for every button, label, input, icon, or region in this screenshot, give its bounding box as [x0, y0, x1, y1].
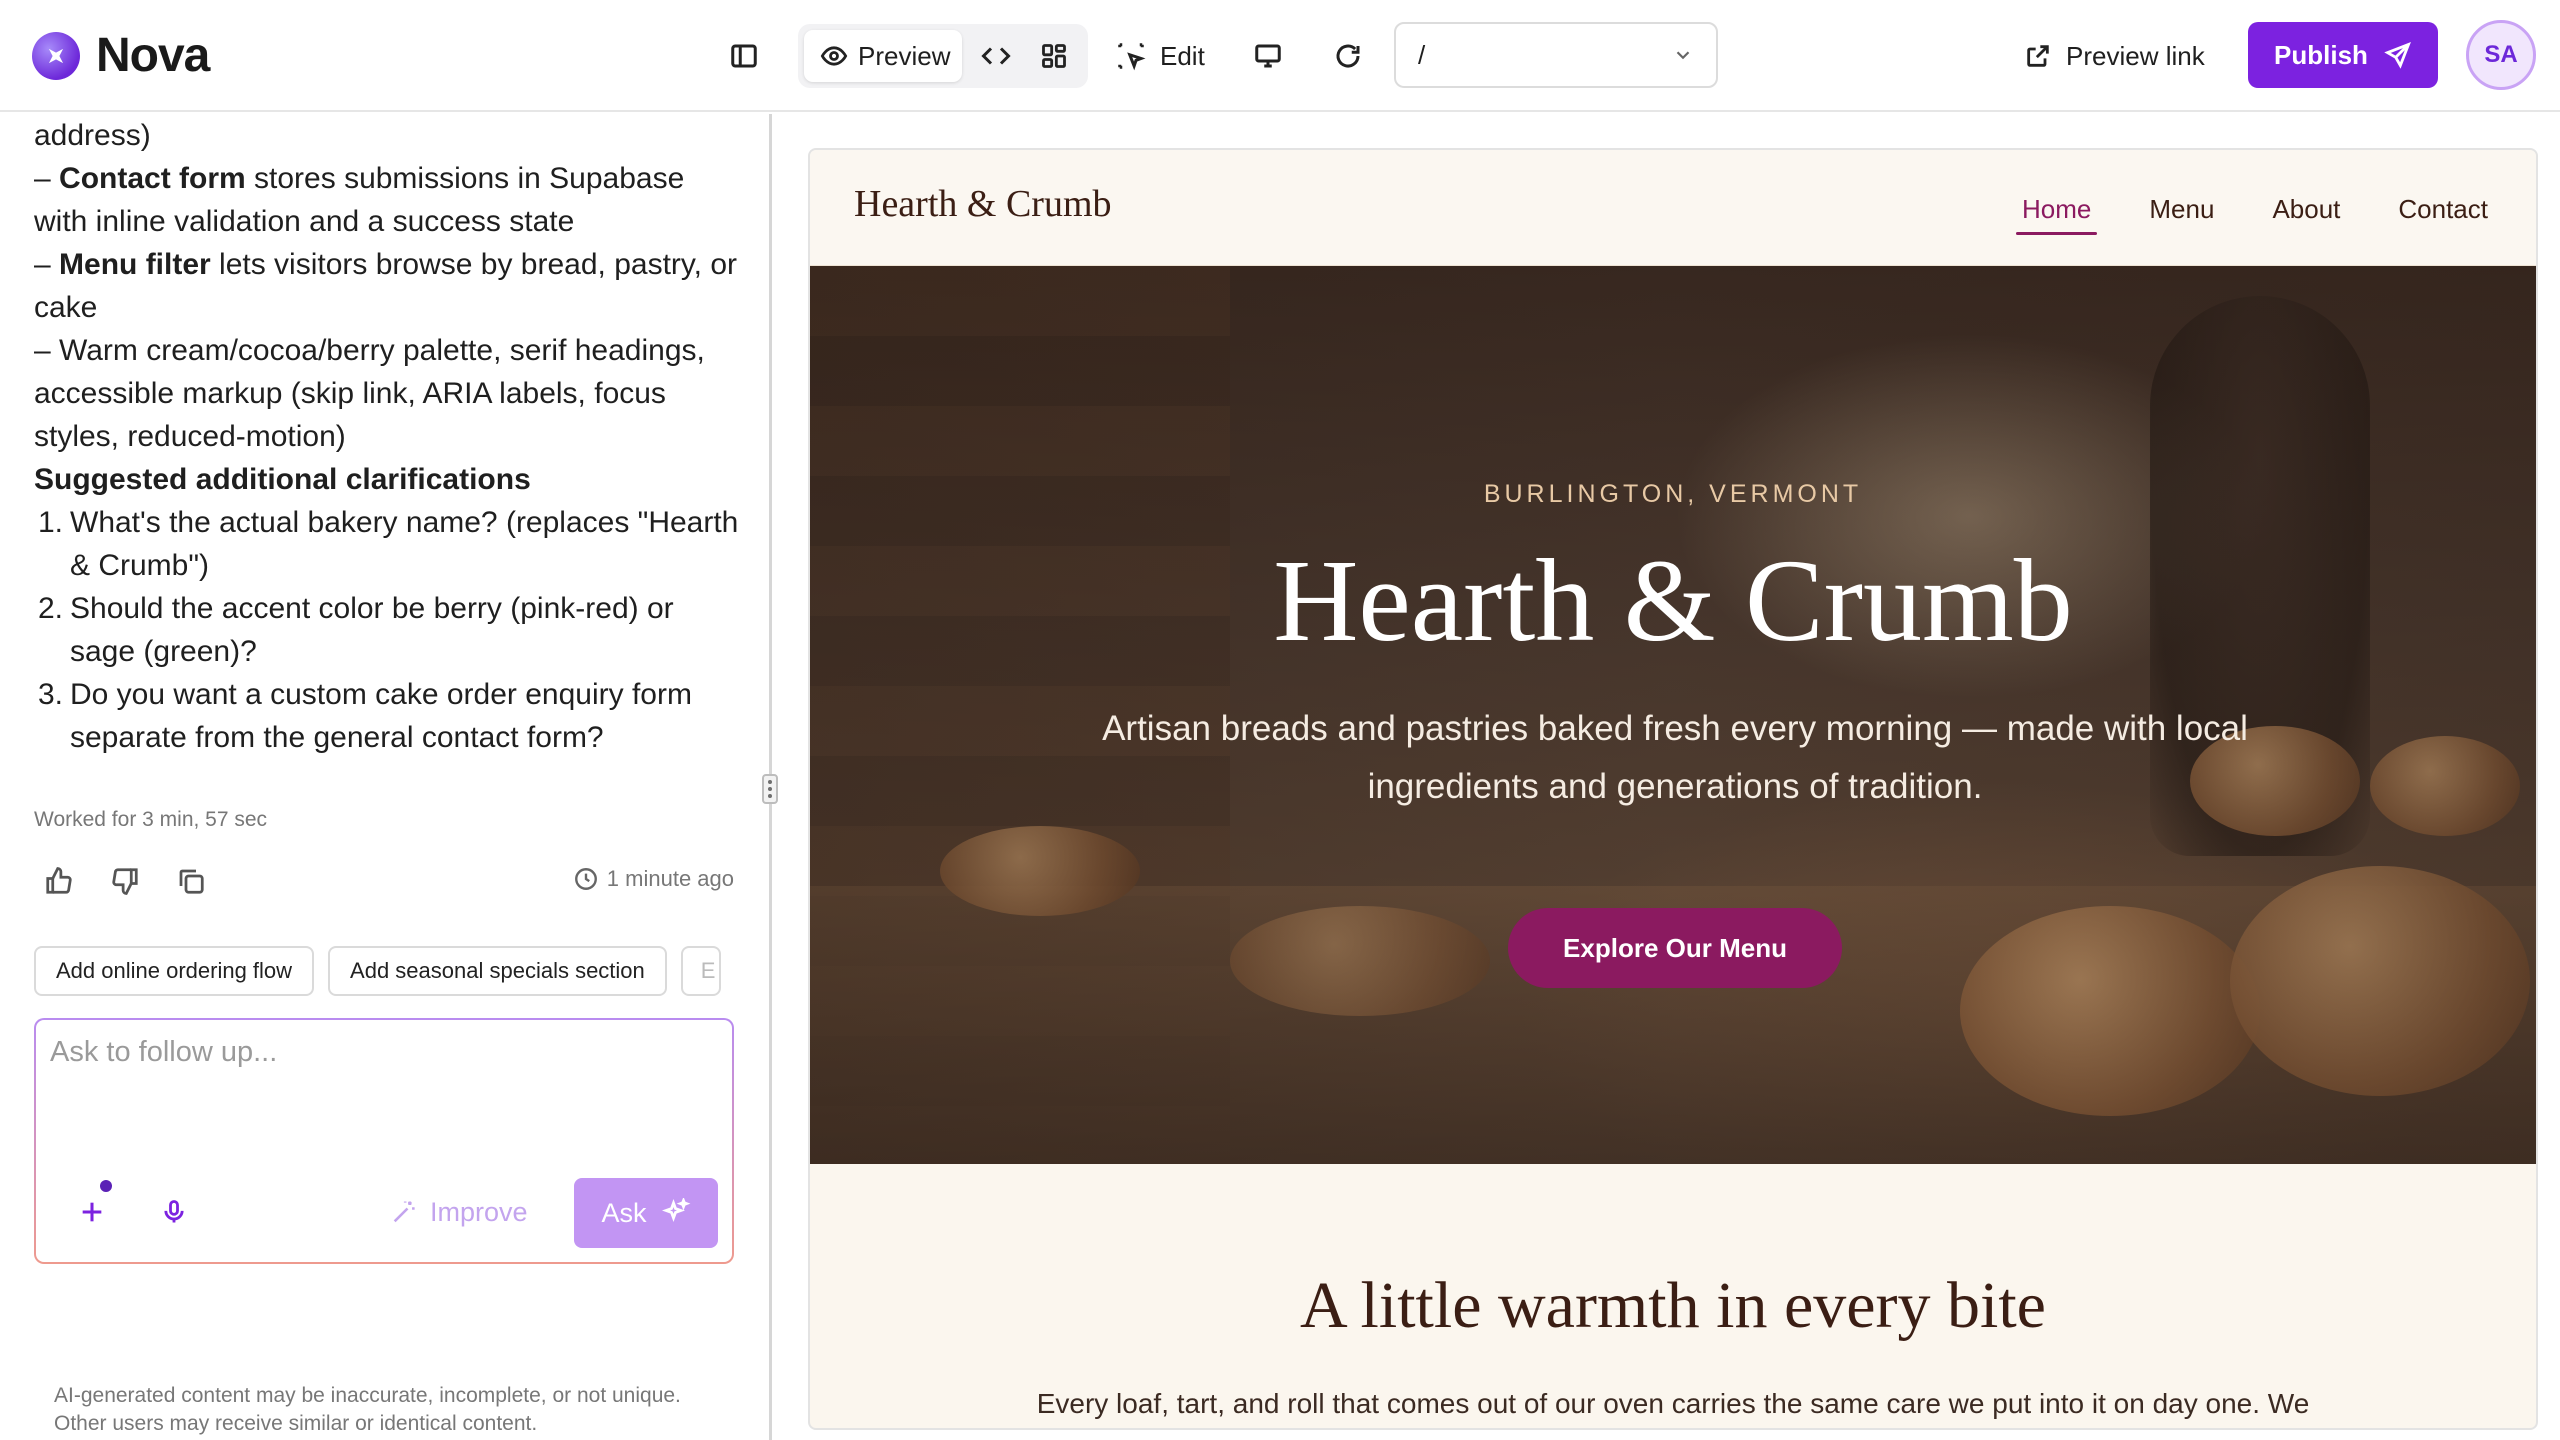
list-item: 1. What's the actual bakery name? (replac… [38, 506, 739, 582]
list-item: 2. Should the accent color be berry (pink… [38, 592, 674, 668]
select-cursor-icon [1118, 43, 1146, 71]
hero-title: Hearth & Crumb [1273, 535, 2073, 666]
list-item: 3. Do you want a custom cake order enquir… [38, 678, 692, 754]
refresh-icon [1336, 44, 1360, 68]
code-icon [981, 47, 1011, 65]
thumbs-up-button[interactable] [44, 866, 74, 901]
view-mode-switch: Preview [798, 24, 1088, 88]
preview-mode-label: Preview [858, 40, 951, 71]
site-nav-home[interactable]: Home [2016, 194, 2098, 235]
app-logo[interactable]: Nova [32, 28, 210, 83]
message-timestamp: 1 minute ago [573, 866, 734, 892]
route-select[interactable]: / [1394, 22, 1718, 88]
top-toolbar: Nova Preview Edit / Preview link Publish [0, 0, 2560, 112]
message-line: address) [34, 119, 151, 152]
clarifications-heading: Suggested additional clarifications [34, 463, 531, 496]
copy-button[interactable] [176, 866, 206, 901]
refresh-button[interactable] [1328, 36, 1368, 76]
edit-button[interactable]: Edit [1116, 28, 1205, 84]
publish-label: Publish [2274, 39, 2368, 70]
site-preview-frame: Hearth & Crumb Home Menu About Contact B… [808, 148, 2538, 1430]
avatar-initials: SA [2484, 41, 2518, 68]
grid-icon [1042, 44, 1066, 68]
toggle-sidebar-button[interactable] [724, 36, 764, 76]
edit-label: Edit [1160, 40, 1205, 71]
improve-label: Improve [430, 1196, 528, 1227]
external-link-icon [2027, 45, 2049, 67]
chat-panel: address) – Contact form stores submissio… [0, 114, 768, 1440]
suggestion-chip[interactable]: Add seasonal specials section [328, 946, 667, 996]
preview-link-label: Preview link [2066, 40, 2205, 71]
assistant-message: address) – Contact form stores submissio… [34, 114, 744, 759]
clarifications-list: 1. What's the actual bakery name? (replac… [34, 501, 744, 759]
preview-mode-button[interactable]: Preview [804, 30, 962, 82]
site-nav-menu[interactable]: Menu [2149, 194, 2214, 225]
intro-heading: A little warmth in every bite [1300, 1269, 2046, 1342]
copy-icon [179, 869, 204, 894]
monitor-icon [1255, 44, 1281, 68]
thumbs-down-icon [112, 868, 138, 895]
composer: Improve Ask [34, 1018, 734, 1264]
clock-icon [574, 868, 597, 890]
chevron-down-icon [1676, 51, 1690, 60]
site-nav-about[interactable]: About [2272, 194, 2340, 225]
grip-dot [768, 787, 772, 791]
hero-subtitle: Artisan breads and pastries baked fresh … [1102, 709, 2248, 806]
site-header: Hearth & Crumb Home Menu About Contact [810, 150, 2536, 266]
ask-button[interactable]: Ask [574, 1178, 718, 1248]
preview-link-button[interactable]: Preview link [2024, 28, 2205, 84]
eye-icon [820, 46, 848, 66]
publish-button[interactable]: Publish [2248, 22, 2438, 88]
intro-paragraph: Every loaf, tart, and roll that comes ou… [1036, 1388, 2310, 1419]
grip-dot [768, 794, 772, 798]
route-value: / [1418, 39, 1426, 70]
ai-disclaimer: AI-generated content may be inaccurate, … [54, 1384, 681, 1435]
feature-bullet: – Contact form stores submissions in Sup… [34, 162, 685, 238]
suggestion-chip[interactable]: E [680, 946, 721, 996]
thumbs-up-icon [46, 867, 72, 894]
sidebar-panel-icon [731, 44, 757, 68]
code-mode-button[interactable] [976, 36, 1016, 76]
message-actions [44, 866, 206, 901]
feature-bullet: – Warm cream/cocoa/berry palette, serif … [34, 334, 705, 453]
hero-location: BURLINGTON, VERMONT [1483, 480, 1863, 508]
plus-icon [82, 1202, 102, 1222]
site-nav-contact[interactable]: Contact [2398, 194, 2488, 225]
microphone-icon [164, 1200, 184, 1223]
suggestion-chip[interactable]: Add online ordering flow [34, 946, 315, 996]
suggestion-chips: Add online ordering flow Add seasonal sp… [34, 946, 734, 996]
sparkle-icon [661, 1198, 690, 1223]
components-mode-button[interactable] [1034, 36, 1074, 76]
send-icon [2384, 42, 2411, 69]
time-ago-text: 1 minute ago [606, 866, 734, 891]
user-avatar[interactable]: SA [2466, 20, 2536, 90]
nova-logo-icon [32, 31, 80, 80]
site-brand[interactable]: Hearth & Crumb [854, 182, 1112, 226]
hero-section: BURLINGTON, VERMONT Hearth & Crumb Artis… [810, 266, 2536, 1164]
thumbs-down-button[interactable] [110, 866, 140, 901]
feature-bullet: – Menu filter lets visitors browse by br… [34, 248, 738, 324]
resize-handle[interactable] [762, 774, 778, 804]
magic-wand-icon [393, 1201, 415, 1223]
worked-duration: Worked for 3 min, 57 sec [34, 808, 268, 831]
notification-dot [100, 1180, 112, 1192]
explore-menu-button[interactable]: Explore Our Menu [1508, 908, 1842, 988]
follow-up-input[interactable] [50, 1036, 710, 1069]
attach-button[interactable] [72, 1192, 112, 1232]
composer-body: Improve Ask [36, 1020, 732, 1262]
ask-label: Ask [601, 1197, 647, 1228]
app-name: Nova [96, 29, 210, 82]
grip-dot [768, 780, 772, 784]
site-nav-links: Home Menu About Contact [2016, 194, 2488, 235]
improve-prompt-button[interactable]: Improve [390, 1188, 528, 1236]
voice-input-button[interactable] [154, 1192, 194, 1232]
device-preview-button[interactable] [1248, 36, 1288, 76]
